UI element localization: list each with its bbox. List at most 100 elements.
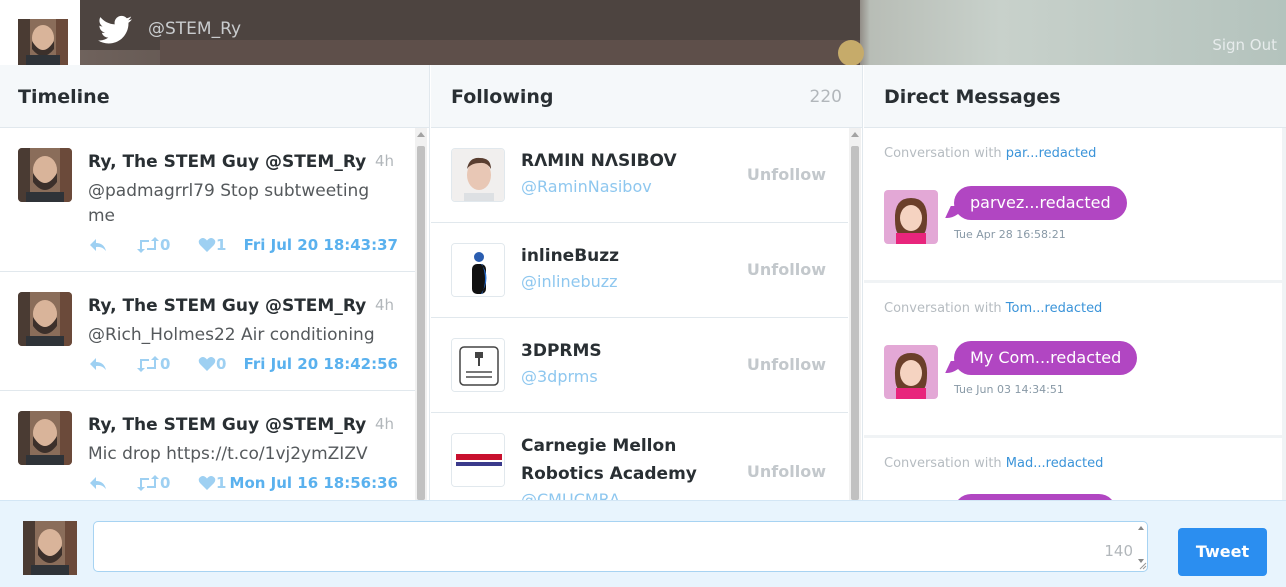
following-name[interactable]: 3DPRMS [521, 337, 731, 365]
textarea-resize-icon[interactable] [1135, 522, 1147, 571]
following-scroll-thumb[interactable] [851, 146, 859, 500]
following-column: Following 220 RΛMIN NΛSIBOV @RaminNasibo… [431, 65, 863, 500]
following-avatar[interactable] [451, 148, 505, 202]
retweet-button[interactable]: 0 [136, 236, 170, 254]
tweet-date[interactable]: Fri Jul 20 18:43:37 [244, 236, 398, 254]
dm-title: Direct Messages [884, 86, 1061, 108]
timeline-header: Timeline [0, 65, 429, 128]
tweet-date[interactable]: Mon Jul 16 18:56:36 [230, 474, 398, 492]
tweet-button[interactable]: Tweet [1178, 528, 1267, 576]
timeline-column: Timeline Ry, The STEM Guy @STEM_Ry 4h @p… [0, 65, 430, 500]
following-scrollbar[interactable] [849, 128, 861, 500]
tweet-actions: 0 0 Fri Jul 20 18:42:56 [88, 355, 408, 375]
following-avatar[interactable] [451, 243, 505, 297]
following-handle[interactable]: @inlinebuzz [521, 272, 618, 291]
composer-avatar [23, 521, 77, 575]
retweet-button[interactable]: 0 [136, 355, 170, 373]
retweet-count: 0 [160, 355, 171, 373]
retweet-count: 0 [160, 474, 171, 492]
dm-avatar [884, 190, 938, 244]
conversation-item[interactable]: Conversation with Tom...redacted My Com.… [864, 283, 1282, 435]
retweet-button[interactable]: 0 [136, 474, 170, 492]
reply-icon[interactable] [88, 355, 108, 373]
tweet-actions: 0 1 Mon Jul 16 18:56:36 [88, 474, 408, 494]
following-avatar[interactable] [451, 433, 505, 487]
tweet-text: @Rich_Holmes22 Air conditioning [88, 325, 375, 345]
following-title: Following [451, 86, 554, 108]
heart-icon [198, 238, 216, 252]
user-avatar[interactable] [18, 19, 68, 65]
tweet-date[interactable]: Fri Jul 20 18:42:56 [244, 355, 398, 373]
following-name[interactable]: Carnegie Mellon Robotics Academy [521, 432, 731, 488]
like-count: 0 [216, 355, 227, 373]
unfollow-button[interactable]: Unfollow [747, 355, 826, 374]
tweet-avatar[interactable] [18, 411, 72, 465]
tweet-avatar[interactable] [18, 148, 72, 202]
tweet-author[interactable]: Ry, The STEM Guy @STEM_Ry [88, 296, 366, 316]
twitter-bird-icon[interactable] [98, 15, 132, 45]
tweet-author[interactable]: Ry, The STEM Guy @STEM_Ry [88, 415, 366, 435]
scroll-up-arrow-icon[interactable] [851, 132, 859, 137]
retweet-icon [137, 237, 159, 253]
tweet-composer: 140 Tweet [0, 500, 1286, 587]
following-item: Carnegie Mellon Robotics Academy @CMUCMR… [431, 413, 848, 500]
header-handle: @STEM_Ry [148, 19, 242, 39]
following-header: Following 220 [431, 65, 862, 128]
following-item: RΛMIN NΛSIBOV @RaminNasibov Unfollow [431, 128, 848, 223]
retweet-icon [137, 356, 159, 372]
tweet-relative-time: 4h [374, 152, 394, 170]
following-handle[interactable]: @CMUCMRA [521, 490, 620, 500]
tweet-text: @padmagrrl79 Stop subtweeting me [88, 181, 370, 226]
following-name[interactable]: inlineBuzz [521, 242, 731, 270]
retweet-count: 0 [160, 236, 171, 254]
message-time: Tue Jun 03 14:34:51 [954, 383, 1064, 396]
like-count: 1 [216, 474, 227, 492]
tweet-text: Mic drop https://t.co/1vj2ymZIZV [88, 444, 368, 464]
header-background-beam [160, 40, 860, 65]
tweet-item: Ry, The STEM Guy @STEM_Ry 4h Mic drop ht… [0, 391, 416, 500]
unfollow-button[interactable]: Unfollow [747, 165, 826, 184]
following-handle[interactable]: @3dprms [521, 367, 598, 386]
conversation-partner[interactable]: Tom...redacted [1006, 301, 1103, 316]
tweet-actions: 0 1 Fri Jul 20 18:43:37 [88, 236, 408, 256]
conversation-item[interactable]: Conversation with Mad...redacted [864, 438, 1282, 500]
top-bar: @STEM_Ry Sign Out [0, 0, 1286, 65]
conversation-item[interactable]: Conversation with par...redacted parvez.… [864, 128, 1282, 280]
conversation-label: Conversation with Mad...redacted [884, 456, 1104, 471]
direct-messages-column: Direct Messages Conversation with par...… [864, 65, 1286, 500]
following-avatar[interactable] [451, 338, 505, 392]
tweet-author[interactable]: Ry, The STEM Guy @STEM_Ry [88, 152, 366, 172]
like-count: 1 [216, 236, 227, 254]
conversation-label: Conversation with Tom...redacted [884, 301, 1103, 316]
following-name[interactable]: RΛMIN NΛSIBOV [521, 147, 731, 175]
scroll-up-arrow-icon[interactable] [417, 132, 425, 137]
following-handle[interactable]: @RaminNasibov [521, 177, 652, 196]
tweet-item: Ry, The STEM Guy @STEM_Ry 4h @Rich_Holme… [0, 272, 416, 391]
timeline-scrollbar[interactable] [415, 128, 427, 500]
unfollow-button[interactable]: Unfollow [747, 260, 826, 279]
following-item: 3DPRMS @3dprms Unfollow [431, 318, 848, 413]
dm-list: Conversation with par...redacted parvez.… [864, 128, 1286, 500]
tweet-avatar[interactable] [18, 292, 72, 346]
unfollow-button[interactable]: Unfollow [747, 462, 826, 481]
tweet-relative-time: 4h [374, 296, 394, 314]
sign-out-link[interactable]: Sign Out [1212, 36, 1277, 54]
tweet-input[interactable]: 140 [93, 521, 1148, 572]
message-bubble[interactable]: parvez...redacted [954, 186, 1127, 220]
character-count: 140 [1104, 542, 1133, 560]
dm-header: Direct Messages [864, 65, 1286, 128]
like-button[interactable]: 1 [198, 474, 226, 492]
conversation-partner[interactable]: Mad...redacted [1006, 456, 1104, 471]
heart-icon [198, 357, 216, 371]
timeline-scroll-thumb[interactable] [417, 146, 425, 500]
message-bubble[interactable]: My Com...redacted [954, 341, 1138, 375]
conversation-label: Conversation with par...redacted [884, 146, 1097, 161]
reply-icon[interactable] [88, 474, 108, 492]
retweet-icon [137, 475, 159, 491]
message-time: Tue Apr 28 16:58:21 [954, 228, 1066, 241]
following-count: 220 [809, 87, 842, 107]
conversation-partner[interactable]: par...redacted [1006, 146, 1097, 161]
like-button[interactable]: 1 [198, 236, 226, 254]
reply-icon[interactable] [88, 236, 108, 254]
like-button[interactable]: 0 [198, 355, 226, 373]
